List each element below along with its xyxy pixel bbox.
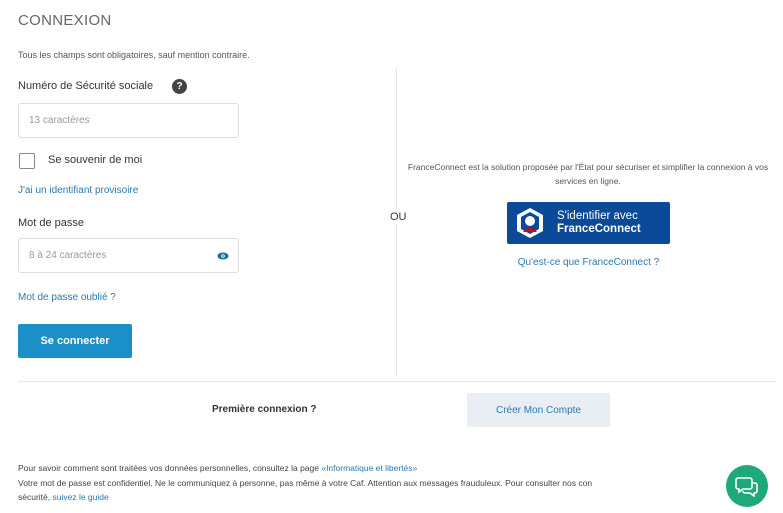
franceconnect-description: FranceConnect est la solution proposée p… xyxy=(407,162,769,186)
franceconnect-button-line2: FranceConnect xyxy=(557,223,641,235)
remember-me-checkbox[interactable] xyxy=(19,153,35,169)
nss-label: Numéro de Sécurité sociale xyxy=(18,80,154,92)
footer-security-line: sécurité, suivez le guide xyxy=(18,491,758,503)
nss-input[interactable]: 13 caractères xyxy=(18,103,239,138)
horizontal-divider xyxy=(18,381,776,382)
create-account-button[interactable]: Créer Mon Compte xyxy=(467,393,610,427)
help-icon[interactable]: ? xyxy=(172,79,187,94)
security-guide-link[interactable]: suivez le guide xyxy=(53,492,109,502)
first-login-label: Première connexion ? xyxy=(212,404,317,415)
password-placeholder: 8 à 24 caractères xyxy=(29,250,107,261)
nss-placeholder: 13 caractères xyxy=(29,115,90,126)
footer-privacy-text: Pour savoir comment sont traitées vos do… xyxy=(18,463,322,473)
footer-security-text: sécurité, xyxy=(18,492,53,502)
remember-me-label[interactable]: Se souvenir de moi xyxy=(48,154,142,166)
or-separator: OU xyxy=(388,210,409,224)
what-is-franceconnect-link[interactable]: Qu'est-ce que FranceConnect ? xyxy=(505,257,672,268)
franceconnect-button[interactable]: S'identifier avec FranceConnect xyxy=(507,202,670,244)
privacy-link[interactable]: «Informatique et libertés» xyxy=(321,463,417,473)
chat-button[interactable] xyxy=(726,465,768,507)
franceconnect-button-line1: S'identifier avec xyxy=(557,210,638,222)
required-fields-note: Tous les champs sont obligatoires, sauf … xyxy=(18,50,250,60)
page-title: CONNEXION xyxy=(18,12,112,29)
footer-privacy-line: Pour savoir comment sont traitées vos do… xyxy=(18,462,758,474)
temporary-id-link[interactable]: J'ai un identifiant provisoire xyxy=(18,185,138,196)
franceconnect-logo-icon xyxy=(517,208,543,238)
footer-password-warning: Votre mot de passe est confidentiel. Ne … xyxy=(18,478,593,488)
forgot-password-link[interactable]: Mot de passe oublié ? xyxy=(18,292,116,303)
password-label: Mot de passe xyxy=(18,217,85,229)
chat-bubbles-icon xyxy=(735,477,758,497)
login-button[interactable]: Se connecter xyxy=(18,324,132,358)
password-input[interactable]: 8 à 24 caractères xyxy=(18,238,239,273)
eye-icon[interactable] xyxy=(217,250,229,262)
